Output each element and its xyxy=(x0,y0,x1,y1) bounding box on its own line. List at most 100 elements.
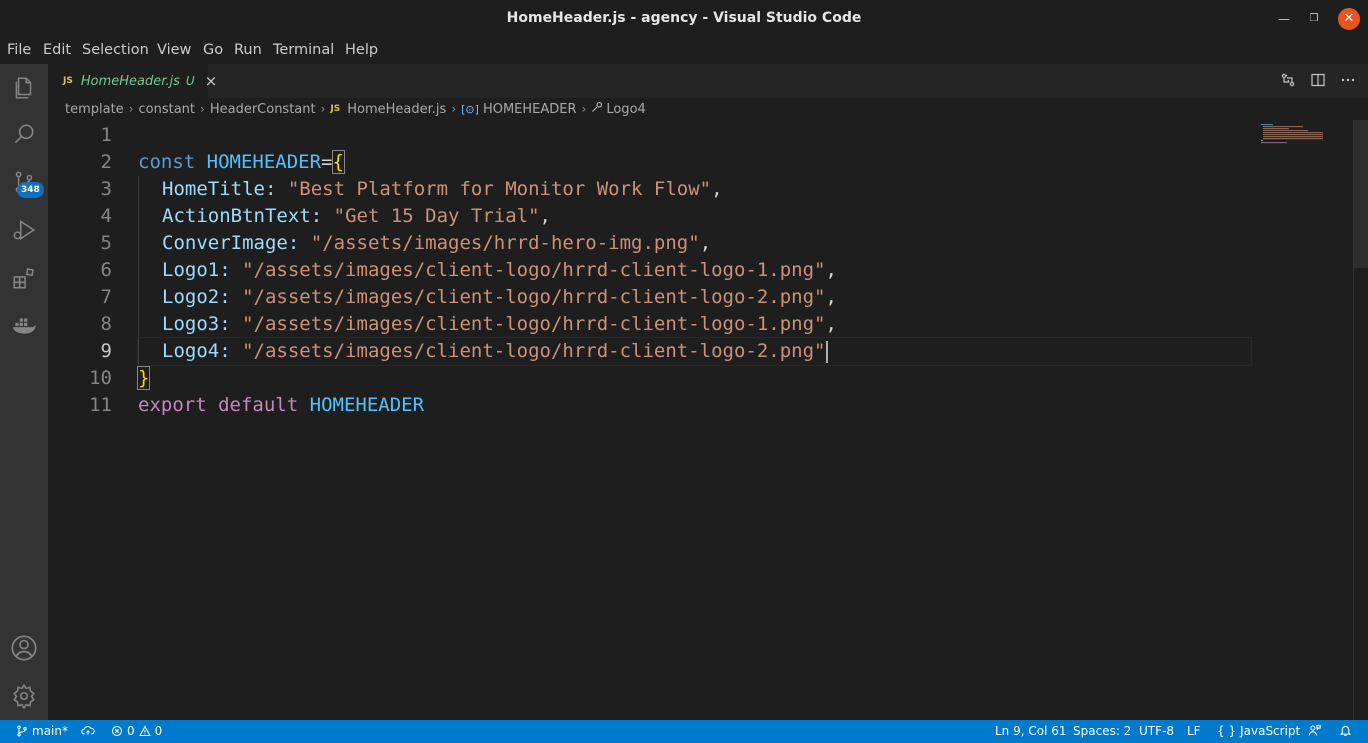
brace-token: } xyxy=(136,366,151,390)
breadcrumb-separator: › xyxy=(200,102,205,116)
colon-token: : xyxy=(219,259,231,281)
property-token: Logo4 xyxy=(162,340,220,362)
comma-token: , xyxy=(539,205,551,227)
split-editor-icon[interactable] xyxy=(1310,72,1326,92)
cursor-position[interactable]: Ln 9, Col 61 xyxy=(995,724,1067,738)
indent-guide xyxy=(138,176,162,203)
breadcrumb-property[interactable]: Logo4 xyxy=(606,102,645,117)
text-cursor xyxy=(825,340,828,363)
menu-bar: File Edit Selection View Go Run Terminal… xyxy=(0,38,1368,64)
run-debug-icon[interactable] xyxy=(0,206,48,254)
code-line[interactable]: HomeTitle: "Best Platform for Monitor Wo… xyxy=(138,176,1258,203)
property-token: ActionBtnText xyxy=(162,205,311,227)
code-line[interactable]: ConverImage: "/assets/images/hrrd-hero-i… xyxy=(138,230,1258,257)
indentation[interactable]: Spaces: 2 xyxy=(1073,724,1131,738)
operator-token: = xyxy=(321,151,333,173)
settings-gear-icon[interactable] xyxy=(0,672,48,720)
code-line[interactable] xyxy=(138,122,1258,149)
comma-token: , xyxy=(825,259,837,281)
close-window-button[interactable]: ✕ xyxy=(1338,8,1360,30)
line-number: 6 xyxy=(100,259,112,281)
code-line[interactable]: Logo3: "/assets/images/client-logo/hrrd-… xyxy=(138,311,1258,338)
code-line[interactable]: export default HOMEHEADER xyxy=(138,392,1258,419)
sync-button[interactable] xyxy=(81,724,95,736)
menu-go[interactable]: Go xyxy=(203,42,223,58)
code-line[interactable]: Logo1: "/assets/images/client-logo/hrrd-… xyxy=(138,257,1258,284)
breadcrumb-template[interactable]: template xyxy=(65,102,124,117)
branch-indicator[interactable]: main* xyxy=(16,724,68,738)
code-content[interactable]: const HOMEHEADER={ HomeTitle: "Best Plat… xyxy=(136,122,1258,419)
keyword-token: const xyxy=(138,151,196,173)
warning-count: 0 xyxy=(154,724,163,738)
braces-icon: { } xyxy=(1217,724,1237,738)
end-of-line[interactable]: LF xyxy=(1187,724,1201,738)
minimize-button[interactable]: — xyxy=(1276,11,1292,27)
breadcrumb-separator: › xyxy=(581,102,587,116)
language-name: JavaScript xyxy=(1240,724,1301,738)
menu-file[interactable]: File xyxy=(7,42,31,58)
symbol-variable-icon: [⊙] xyxy=(461,102,479,116)
search-icon[interactable] xyxy=(0,110,48,158)
js-file-icon: JS xyxy=(63,76,73,86)
code-line[interactable]: Logo2: "/assets/images/client-logo/hrrd-… xyxy=(138,284,1258,311)
vertical-scrollbar[interactable] xyxy=(1354,120,1368,268)
code-line-current[interactable]: Logo4: "/assets/images/client-logo/hrrd-… xyxy=(137,337,1252,366)
comma-token: , xyxy=(711,178,723,200)
line-number: 7 xyxy=(100,286,112,308)
account-icon[interactable] xyxy=(0,624,48,672)
encoding[interactable]: UTF-8 xyxy=(1139,724,1174,738)
language-mode[interactable]: { } JavaScript xyxy=(1217,724,1300,738)
line-number-gutter: 1 2 3 4 5 6 7 8 9 10 11 xyxy=(48,122,112,419)
docker-icon[interactable] xyxy=(0,302,48,350)
minimap[interactable] xyxy=(1258,122,1328,152)
breadcrumb-symbol[interactable]: HOMEHEADER xyxy=(483,102,577,117)
title-bar: HomeHeader.js - agency - Visual Studio C… xyxy=(0,0,1368,38)
breadcrumb-file[interactable]: HomeHeader.js xyxy=(347,102,446,117)
string-token: "/assets/images/client-logo/hrrd-client-… xyxy=(242,286,826,308)
status-bar: main* 0 0 Ln 9, Col 61 Spaces: 2 UTF-8 L… xyxy=(0,720,1368,743)
comma-token: , xyxy=(825,313,837,335)
string-token: "/assets/images/hrrd-hero-img.png" xyxy=(310,232,700,254)
keyword-token: default xyxy=(218,394,299,416)
code-line[interactable]: } xyxy=(136,365,1258,392)
keyword-token: export xyxy=(138,394,207,416)
menu-help[interactable]: Help xyxy=(345,42,378,58)
breadcrumb-constant[interactable]: constant xyxy=(139,102,196,117)
string-token: "Get 15 Day Trial" xyxy=(333,205,540,227)
maximize-button[interactable]: ❐ xyxy=(1306,11,1322,27)
menu-selection[interactable]: Selection xyxy=(82,42,149,58)
menu-terminal[interactable]: Terminal xyxy=(273,42,334,58)
menu-edit[interactable]: Edit xyxy=(43,42,71,58)
menu-run[interactable]: Run xyxy=(234,42,262,58)
colon-token: : xyxy=(287,232,300,254)
problems-indicator[interactable]: 0 0 xyxy=(111,724,162,738)
line-number-current: 9 xyxy=(100,340,112,362)
more-actions-icon[interactable] xyxy=(1340,72,1356,92)
line-number: 11 xyxy=(89,394,112,416)
property-token: HomeTitle xyxy=(162,178,265,200)
colon-token: : xyxy=(219,340,231,362)
code-editor[interactable]: 1 2 3 4 5 6 7 8 9 10 11 const HOMEHEADER… xyxy=(48,120,1368,720)
notifications-bell-icon[interactable] xyxy=(1339,724,1352,737)
code-line[interactable]: const HOMEHEADER={ xyxy=(138,149,1258,176)
colon-token: : xyxy=(310,205,323,227)
tab-homeheader-js[interactable]: JS HomeHeader.js U × xyxy=(48,64,217,98)
line-number: 8 xyxy=(100,313,112,335)
git-branch-icon xyxy=(17,725,27,737)
open-changes-icon[interactable] xyxy=(1280,72,1296,92)
indent-guide xyxy=(138,257,162,284)
property-token: Logo2 xyxy=(162,286,220,308)
code-line[interactable]: ActionBtnText: "Get 15 Day Trial", xyxy=(138,203,1258,230)
source-control-badge: 348 xyxy=(17,182,44,198)
string-token: "/assets/images/client-logo/hrrd-client-… xyxy=(242,313,826,335)
menu-view[interactable]: View xyxy=(157,42,191,58)
line-number: 3 xyxy=(100,178,112,200)
feedback-icon[interactable] xyxy=(1308,724,1321,737)
tab-close-icon[interactable]: × xyxy=(205,72,218,90)
breadcrumb-separator: › xyxy=(128,102,134,116)
brace-token: { xyxy=(331,150,345,174)
property-token: Logo3 xyxy=(162,313,220,335)
breadcrumb-headerconstant[interactable]: HeaderConstant xyxy=(210,102,316,117)
explorer-icon[interactable] xyxy=(0,64,48,112)
extensions-icon[interactable] xyxy=(0,254,48,302)
